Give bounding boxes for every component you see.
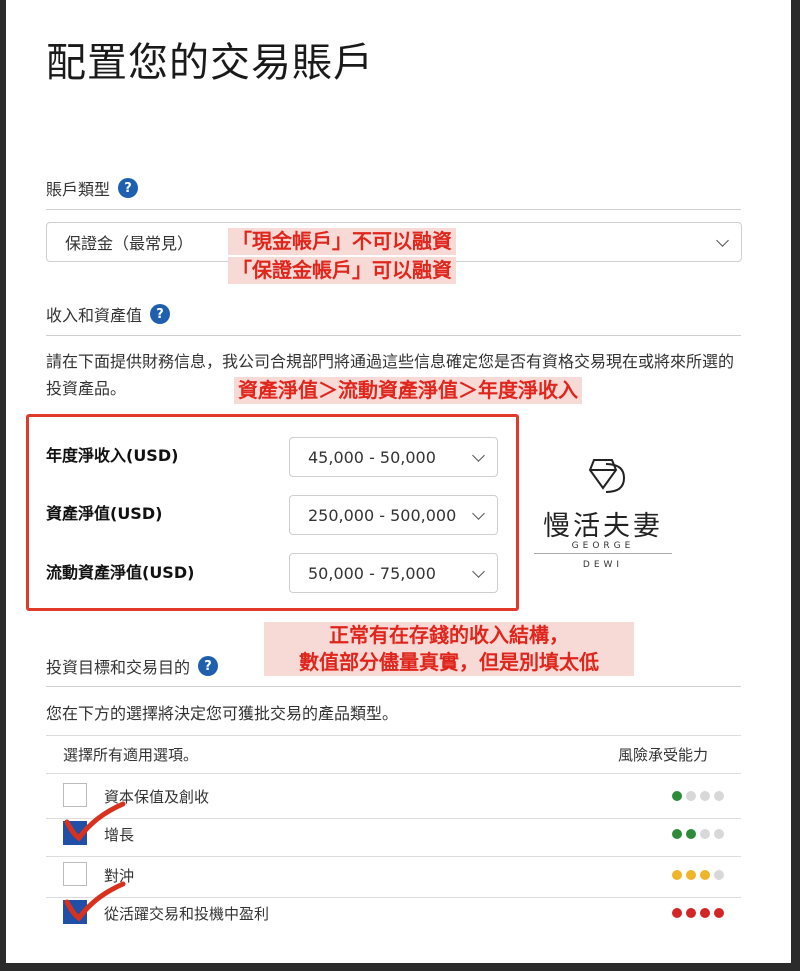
diamond-logo-icon <box>588 459 626 493</box>
select-all-applicable-label: 選擇所有適用選項。 <box>63 746 199 764</box>
chevron-down-icon <box>472 448 485 462</box>
risk-dot-icon <box>686 791 696 801</box>
net-worth-label: 資產淨值(USD) <box>46 504 163 523</box>
logo-divider <box>534 553 672 554</box>
account-type-section-heading: 賬戶類型 ? <box>46 176 139 200</box>
annotation-income-structure: 正常有在存錢的收入結構， <box>264 622 634 649</box>
risk-level-indicator <box>672 791 724 801</box>
row-divider <box>46 856 741 857</box>
risk-dot-icon <box>672 829 682 839</box>
brand-logo: 慢活夫妻 GEORGE DEWI <box>532 452 674 582</box>
risk-dot-icon <box>672 908 682 918</box>
liquid-net-worth-select[interactable]: 50,000 - 75,000 <box>289 553 498 593</box>
risk-dot-icon <box>700 870 710 880</box>
chevron-down-icon <box>472 564 485 578</box>
divider <box>46 335 741 336</box>
annotation-cash-account: 「現金帳戶」不可以融資 <box>228 228 456 255</box>
risk-dot-icon <box>700 791 710 801</box>
risk-dot-icon <box>714 870 724 880</box>
net-worth-value: 250,000 - 500,000 <box>308 505 457 525</box>
annotation-asset-order: 資產淨值＞流動資產淨值＞年度淨收入 <box>234 377 582 404</box>
row-divider <box>46 818 741 819</box>
chevron-down-icon <box>716 233 729 247</box>
objectives-description: 您在下方的選擇將決定您可獲批交易的產品類型。 <box>46 704 399 723</box>
risk-dot-icon <box>686 908 696 918</box>
account-type-heading: 賬戶類型 <box>46 180 111 199</box>
help-icon[interactable]: ? <box>118 178 139 198</box>
risk-dot-icon <box>700 829 710 839</box>
risk-level-indicator <box>672 829 724 839</box>
chevron-down-icon <box>472 506 485 520</box>
divider <box>46 209 741 210</box>
row-divider <box>46 897 741 898</box>
liquid-net-worth-value: 50,000 - 75,000 <box>308 563 436 583</box>
risk-dot-icon <box>686 870 696 880</box>
checkmark-annotation-icon <box>64 801 126 842</box>
annual-income-value: 45,000 - 50,000 <box>308 447 436 467</box>
income-assets-section-heading: 收入和資產值 ? <box>46 302 171 326</box>
annual-income-select[interactable]: 45,000 - 50,000 <box>289 437 498 477</box>
annual-income-label: 年度淨收入(USD) <box>46 446 179 465</box>
risk-level-indicator <box>672 908 724 918</box>
help-icon[interactable]: ? <box>150 304 171 324</box>
risk-dot-icon <box>714 829 724 839</box>
risk-dot-icon <box>714 791 724 801</box>
net-worth-select[interactable]: 250,000 - 500,000 <box>289 495 498 535</box>
page-title: 配置您的交易賬戶 <box>46 40 374 86</box>
logo-name: 慢活夫妻 <box>543 511 663 542</box>
income-assets-heading: 收入和資產值 <box>46 306 143 325</box>
liquid-net-worth-label: 流動資產淨值(USD) <box>46 563 195 582</box>
risk-dot-icon <box>714 908 724 918</box>
risk-level-indicator <box>672 870 724 880</box>
divider <box>46 686 741 687</box>
objectives-section-heading: 投資目標和交易目的 ? <box>46 654 219 678</box>
risk-dot-icon <box>686 829 696 839</box>
checkmark-annotation-icon <box>64 881 126 922</box>
divider <box>46 735 741 736</box>
logo-subtitle-dewi: DEWI <box>582 560 624 570</box>
annotation-fill-realistic: 數值部分儘量真實，但是別填太低 <box>264 649 634 676</box>
logo-subtitle-george: GEORGE <box>571 541 635 551</box>
objectives-heading: 投資目標和交易目的 <box>46 658 191 677</box>
form-page: 配置您的交易賬戶 賬戶類型 ? 保證金（最常見） 「現金帳戶」不可以融資 「保證… <box>6 0 791 963</box>
risk-tolerance-label: 風險承受能力 <box>618 746 709 764</box>
risk-dot-icon <box>672 791 682 801</box>
risk-dot-icon <box>700 908 710 918</box>
row-divider <box>46 773 741 774</box>
help-icon[interactable]: ? <box>198 656 219 676</box>
risk-dot-icon <box>672 870 682 880</box>
annotation-margin-account: 「保證金帳戶」可以融資 <box>228 257 456 284</box>
